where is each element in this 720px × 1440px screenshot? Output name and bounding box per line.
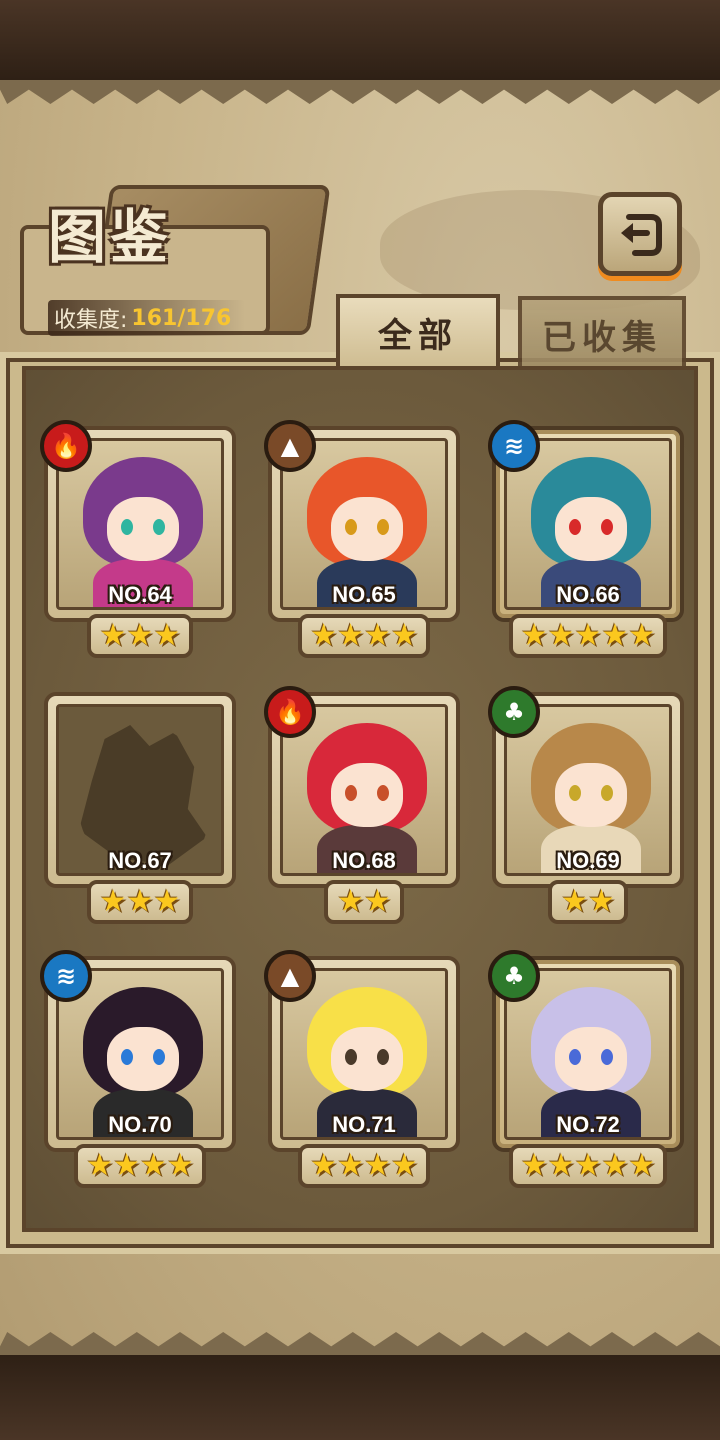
monster-card[interactable]: NO.66 ★ ★ ★ ★ ★ ≋ [488, 420, 688, 664]
star-icon: ★ [561, 884, 588, 919]
card-number: NO.68 [332, 848, 396, 873]
card-number: NO.65 [332, 582, 396, 607]
star-icon: ★ [520, 1148, 548, 1183]
tab-all[interactable]: 全部 [336, 294, 500, 366]
star-icon: ★ [390, 618, 418, 653]
card-number: NO.69 [556, 848, 620, 873]
monster-card[interactable]: NO.71 ★ ★ ★ ★ ▲ [264, 950, 464, 1194]
star-icon: ★ [574, 1148, 602, 1183]
star-icon: ★ [140, 1148, 167, 1183]
card-number: NO.66 [556, 582, 620, 607]
star-icon: ★ [628, 618, 656, 653]
star-rating: ★ ★ ★ ★ [298, 614, 430, 658]
star-rating: ★ ★ [324, 880, 404, 924]
earth-element-icon: ▲ [264, 420, 316, 472]
card-number: NO.71 [332, 1112, 396, 1137]
collection-value: 161/176 [131, 305, 232, 331]
earth-element-icon: ▲ [264, 950, 316, 1002]
star-icon: ★ [364, 1148, 391, 1183]
star-rating: ★ ★ ★ ★ ★ [509, 614, 667, 658]
star-icon: ★ [547, 1148, 575, 1183]
star-icon: ★ [86, 1148, 114, 1183]
wood-element-icon: ♣ [488, 686, 540, 738]
card-number: NO.72 [556, 1112, 620, 1137]
tab-collected[interactable]: 已收集 [518, 296, 686, 368]
back-button[interactable] [598, 192, 682, 276]
monster-card[interactable]: NO.64 ★ ★ ★ 🔥 [40, 420, 240, 664]
card-grid: NO.64 ★ ★ ★ 🔥 NO.65 ★ ★ ★ ★ ▲ NO.66 ★ ★ ★ ★ ★ ≋ NO.67 ★ ★ ★ NO… [22, 366, 698, 1232]
monster-card[interactable]: NO.67 ★ ★ ★ [40, 692, 240, 930]
collection-label: 收集度: [54, 308, 128, 333]
star-rating: ★ ★ [548, 880, 628, 924]
star-icon: ★ [310, 1148, 338, 1183]
monster-card[interactable]: NO.69 ★ ★ ♣ [488, 686, 688, 930]
star-icon: ★ [153, 884, 181, 919]
star-icon: ★ [126, 618, 154, 653]
star-icon: ★ [364, 618, 391, 653]
star-rating: ★ ★ ★ [87, 614, 193, 658]
star-icon: ★ [601, 618, 629, 653]
fire-element-icon: 🔥 [40, 420, 92, 472]
bottom-border [0, 1355, 720, 1440]
card-number: NO.67 [108, 848, 172, 873]
star-icon: ★ [337, 884, 364, 919]
star-icon: ★ [99, 618, 127, 653]
collection-progress: 收集度: 161/176 [48, 300, 246, 336]
star-icon: ★ [126, 884, 154, 919]
back-arrow-icon [621, 214, 662, 256]
star-icon: ★ [153, 618, 181, 653]
star-rating: ★ ★ ★ ★ ★ [509, 1144, 667, 1188]
star-rating: ★ ★ ★ ★ [74, 1144, 206, 1188]
star-icon: ★ [364, 884, 391, 919]
star-icon: ★ [166, 1148, 194, 1183]
water-element-icon: ≋ [488, 420, 540, 472]
fire-element-icon: 🔥 [264, 686, 316, 738]
star-rating: ★ ★ ★ [87, 880, 193, 924]
monster-card[interactable]: NO.70 ★ ★ ★ ★ ≋ [40, 950, 240, 1194]
monster-card[interactable]: NO.68 ★ ★ 🔥 [264, 686, 464, 930]
star-icon: ★ [628, 1148, 656, 1183]
page-title: 图鉴 [48, 203, 173, 271]
card-number: NO.64 [108, 582, 172, 607]
star-icon: ★ [310, 618, 338, 653]
star-icon: ★ [337, 1148, 364, 1183]
top-border [0, 0, 720, 80]
star-icon: ★ [601, 1148, 629, 1183]
water-element-icon: ≋ [40, 950, 92, 1002]
wood-element-icon: ♣ [488, 950, 540, 1002]
monster-card[interactable]: NO.65 ★ ★ ★ ★ ▲ [264, 420, 464, 664]
star-icon: ★ [113, 1148, 140, 1183]
star-icon: ★ [390, 1148, 418, 1183]
monster-card[interactable]: NO.72 ★ ★ ★ ★ ★ ♣ [488, 950, 688, 1194]
star-icon: ★ [574, 618, 602, 653]
star-rating: ★ ★ ★ ★ [298, 1144, 430, 1188]
star-icon: ★ [520, 618, 548, 653]
star-icon: ★ [99, 884, 127, 919]
star-icon: ★ [588, 884, 615, 919]
star-icon: ★ [547, 618, 575, 653]
star-icon: ★ [337, 618, 364, 653]
card-number: NO.70 [108, 1112, 172, 1137]
